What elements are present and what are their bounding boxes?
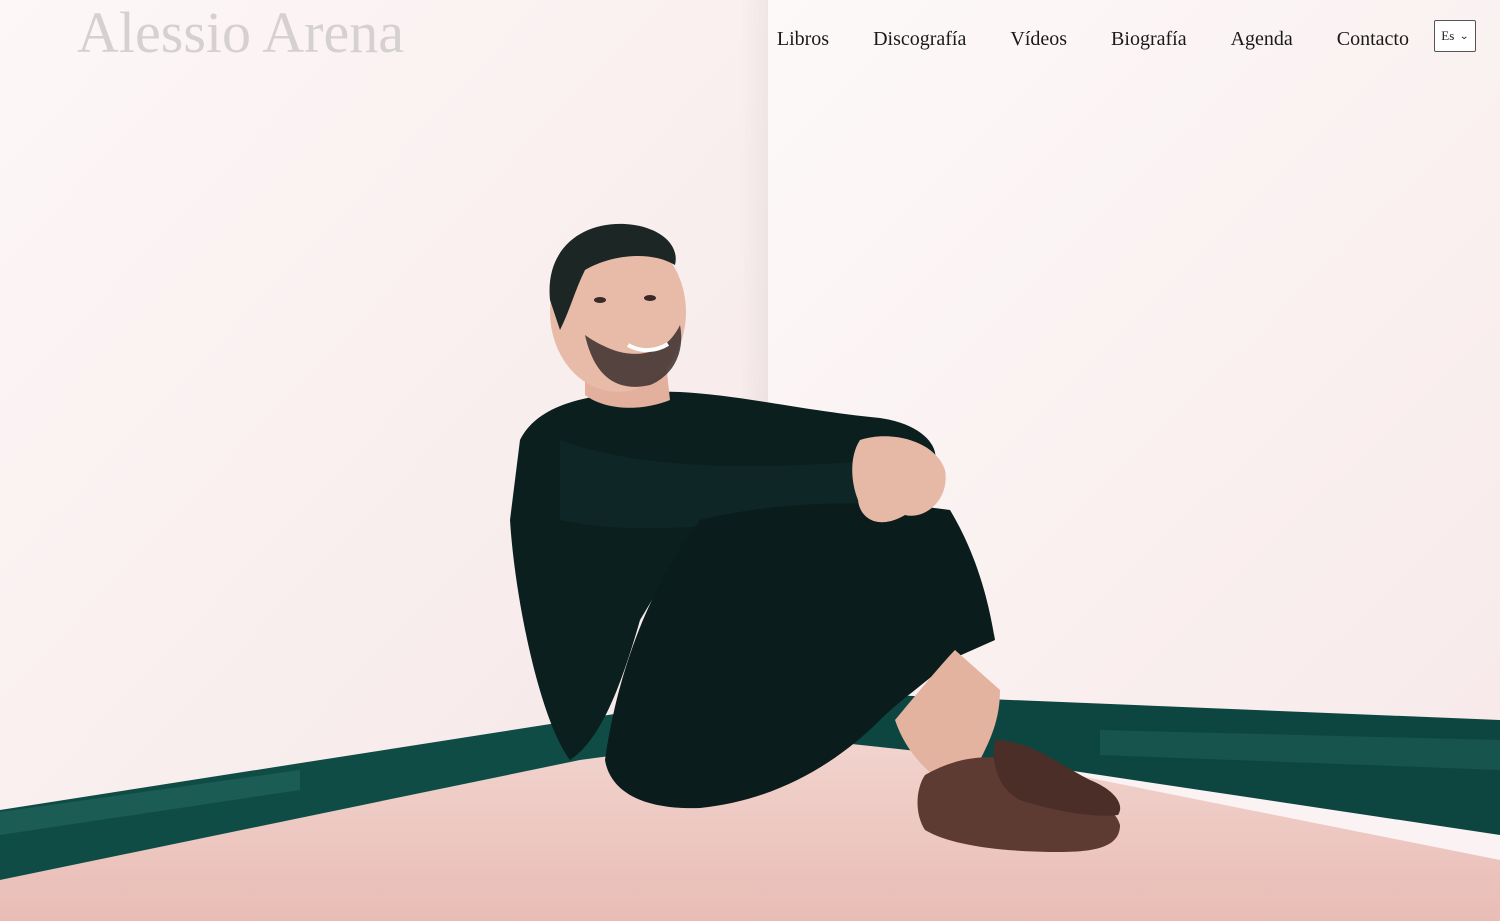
language-select-value: Es: [1441, 28, 1455, 43]
page: Alessio Arena Libros Discografía Vídeos …: [0, 0, 1500, 921]
language-select[interactable]: Es ⌄: [1434, 20, 1476, 52]
chevron-down-icon: ⌄: [1459, 30, 1470, 42]
nav-item-biografia[interactable]: Biografía: [1111, 22, 1187, 56]
nav-item-libros[interactable]: Libros: [777, 22, 829, 56]
hero-photo: [0, 0, 1500, 921]
nav-item-discografia[interactable]: Discografía: [873, 22, 966, 56]
nav-item-agenda[interactable]: Agenda: [1231, 22, 1293, 56]
site-title-link[interactable]: Alessio Arena: [77, 0, 404, 66]
nav-item-contacto[interactable]: Contacto: [1337, 22, 1409, 56]
main-nav: Libros Discografía Vídeos Biografía Agen…: [733, 22, 1409, 56]
nav-item-videos[interactable]: Vídeos: [1010, 22, 1067, 56]
